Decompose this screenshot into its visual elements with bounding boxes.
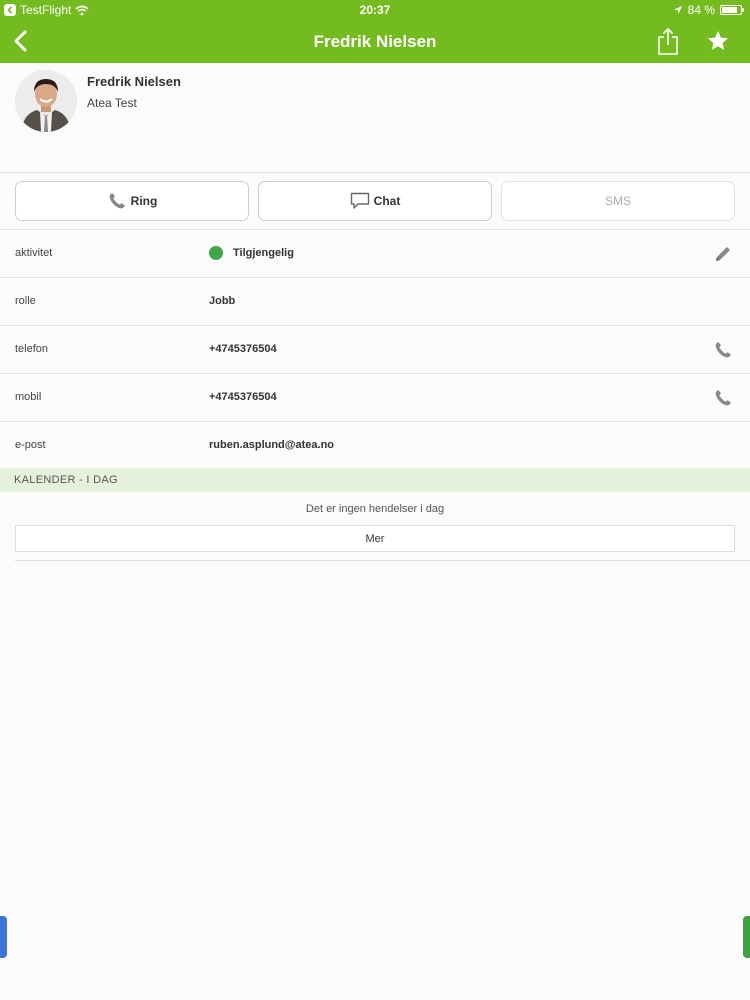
status-indicator — [209, 246, 223, 260]
profile-header: Fredrik Nielsen Atea Test — [0, 63, 750, 173]
sms-button[interactable]: SMS — [501, 181, 735, 221]
detail-row-epost: e-post ruben.asplund@atea.no — [0, 422, 750, 470]
detail-row-mobil: mobil +4745376504 — [0, 374, 750, 422]
detail-row-telefon: telefon +4745376504 — [0, 326, 750, 374]
divider — [15, 560, 750, 561]
battery-icon — [720, 5, 744, 15]
location-arrow-icon — [673, 6, 682, 14]
detail-value: Tilgjengelig — [233, 247, 294, 259]
right-edge-tab[interactable] — [743, 916, 750, 958]
chat-button[interactable]: Chat — [258, 181, 492, 221]
phone-icon — [109, 193, 125, 209]
avatar — [15, 70, 77, 132]
action-buttons: Ring Chat SMS — [0, 173, 750, 230]
detail-label: e-post — [15, 439, 46, 451]
page-title: Fredrik Nielsen — [313, 32, 437, 51]
status-bar: TestFlight 20:37 84 % — [0, 0, 750, 20]
top-bar: TestFlight 20:37 84 % Fredrik Nielsen — [0, 0, 750, 63]
contact-details: aktivitet Tilgjengelig rolle Jobb telefo… — [0, 230, 750, 470]
status-bar-right: 84 % — [673, 3, 744, 17]
battery-percentage: 84 % — [687, 3, 715, 17]
sms-button-label: SMS — [604, 194, 631, 208]
share-icon[interactable] — [656, 26, 680, 56]
edit-pencil-icon[interactable] — [713, 244, 733, 264]
more-button[interactable]: Mer — [15, 525, 735, 552]
detail-value: Jobb — [209, 295, 236, 307]
chat-bubble-icon — [350, 192, 369, 209]
navigation-bar: Fredrik Nielsen — [0, 20, 750, 63]
status-time: 20:37 — [359, 3, 391, 17]
contact-company: Atea Test — [87, 96, 137, 110]
left-edge-tab[interactable] — [0, 916, 7, 958]
contact-name: Fredrik Nielsen — [87, 74, 181, 89]
detail-value[interactable]: +4745376504 — [209, 391, 277, 403]
call-phone-icon[interactable] — [713, 340, 733, 360]
calendar-empty-message: Det er ingen hendelser i dag — [305, 503, 445, 515]
ring-button[interactable]: Ring — [15, 181, 249, 221]
detail-row-aktivitet: aktivitet Tilgjengelig — [0, 230, 750, 278]
detail-value[interactable]: +4745376504 — [209, 343, 277, 355]
ring-button-label: Ring — [130, 194, 158, 208]
detail-label: aktivitet — [15, 247, 53, 259]
detail-label: rolle — [15, 295, 36, 307]
calendar-section-header: KALENDER - I DAG — [0, 468, 750, 492]
detail-value[interactable]: ruben.asplund@atea.no — [209, 439, 334, 451]
call-phone-icon[interactable] — [713, 388, 733, 408]
favorite-star-icon[interactable] — [706, 29, 730, 53]
detail-label: mobil — [15, 391, 42, 403]
detail-row-rolle: rolle Jobb — [0, 278, 750, 326]
detail-label: telefon — [15, 343, 49, 355]
avatar-photo — [15, 70, 77, 132]
chat-button-label: Chat — [373, 194, 401, 208]
